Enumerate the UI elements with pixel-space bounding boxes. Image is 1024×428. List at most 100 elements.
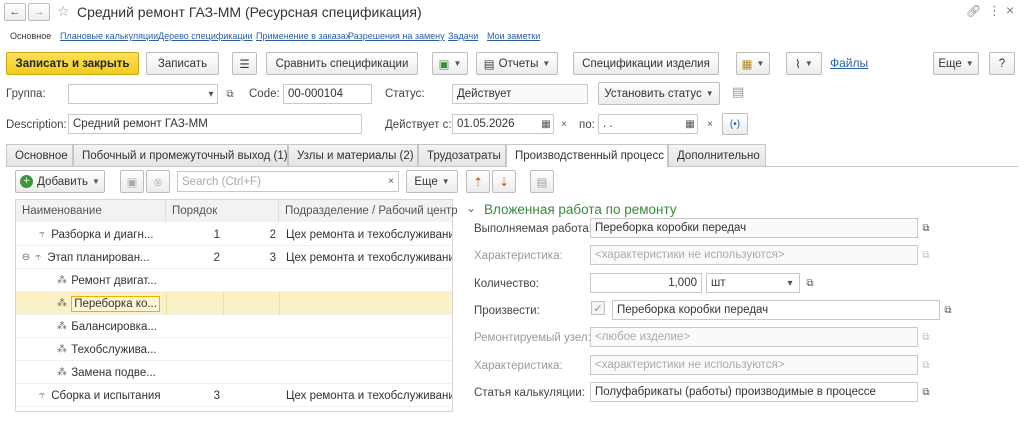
quantity-field[interactable]: 1,000	[590, 273, 702, 293]
close-icon[interactable]: ×	[1006, 2, 1014, 18]
sort-asc-icon[interactable]: ⇡	[466, 170, 490, 193]
costing-open-icon[interactable]: ⧉	[918, 382, 934, 402]
code-field[interactable]: 00-000104	[283, 84, 372, 104]
unit-open-icon[interactable]: ⧉	[802, 273, 818, 293]
create-based-on-button[interactable]: ▣ ▼	[432, 52, 468, 75]
group-dropdown-icon[interactable]: ▾	[203, 84, 219, 104]
compare-specs-button[interactable]: Сравнить спецификации	[266, 52, 418, 75]
table-row[interactable]: ⁂ Замена подве...	[16, 361, 452, 384]
reports-label: Отчеты	[498, 57, 539, 70]
work-label: Выполняемая работа:	[474, 223, 592, 235]
nav-tab-orders-usage[interactable]: Применение в заказах	[256, 31, 350, 41]
more-menu-icon[interactable]: ⋮	[988, 3, 1001, 19]
report-icon: ▤	[483, 58, 495, 71]
save-and-close-button[interactable]: Записать и закрыть	[6, 52, 139, 75]
nav-tab-planned-costing[interactable]: Плановые калькуляции	[60, 31, 158, 41]
table-row[interactable]: ⁂ Техобслужива...	[16, 338, 452, 361]
nav-tab-replacement-permissions[interactable]: Разрешения на замену	[348, 31, 445, 41]
tab-labor[interactable]: Трудозатраты	[418, 144, 506, 166]
characteristic2-field: <характеристики не используются>	[590, 355, 918, 375]
search-placeholder: Search (Ctrl+F)	[182, 175, 261, 188]
window-title: Средний ремонт ГАЗ-ММ (Ресурсная специфи…	[77, 4, 422, 20]
status-history-icon[interactable]: ▤	[732, 84, 748, 102]
document-green-icon: ▣	[438, 58, 450, 71]
costing-field[interactable]: Полуфабрикаты (работы) производимые в пр…	[590, 382, 918, 402]
operation-icon: ⥾	[35, 252, 41, 263]
more-button[interactable]: Еще ▼	[933, 52, 979, 75]
table-row[interactable]: ⁂ Ремонт двигат...	[16, 269, 452, 292]
work-field[interactable]: Переборка коробки передач	[590, 218, 918, 238]
search-clear-icon[interactable]: ×	[383, 171, 399, 191]
add-button[interactable]: + Добавить ▼	[15, 170, 105, 193]
quantity-label: Количество:	[474, 278, 539, 290]
print-icon: ▦	[741, 58, 753, 71]
title-bar: ← → ☆ Средний ремонт ГАЗ-ММ (Ресурсная с…	[0, 0, 1024, 24]
column-header-name[interactable]: Наименование	[16, 200, 166, 222]
table-row[interactable]: ⥾ Разборка и диагн... 1 2 Цех ремонта и …	[16, 223, 452, 246]
link-icon[interactable]: 🔗︎	[966, 4, 981, 18]
forward-button[interactable]: →	[28, 3, 50, 21]
table-row[interactable]: ⥾ Сборка и испытания 3 Цех ремонта и тех…	[16, 384, 452, 407]
characteristic2-label: Характеристика:	[474, 360, 563, 372]
print-button[interactable]: ▦ ▼	[736, 52, 770, 75]
list-more-label: Еще	[414, 175, 438, 188]
list-icon[interactable]: ☰	[232, 52, 257, 75]
tab-main[interactable]: Основное	[6, 144, 73, 166]
nav-tab-my-notes[interactable]: Мои заметки	[487, 31, 540, 41]
operation-icon: ⥾	[39, 229, 45, 240]
files-link[interactable]: Файлы	[830, 56, 868, 70]
tab-byproduct[interactable]: Побочный и промежуточный выход (1)	[73, 144, 288, 166]
calendar-icon[interactable]: ▦	[538, 114, 554, 134]
help-button[interactable]: ?	[989, 52, 1015, 75]
calendar-to-icon[interactable]: ▦	[682, 114, 698, 134]
nav-tab-tasks[interactable]: Задачи	[448, 31, 478, 41]
report-list-icon[interactable]: ▤	[530, 170, 554, 193]
produce-open-icon[interactable]: ⧉	[940, 300, 956, 320]
collapse-icon[interactable]: ⊖	[20, 252, 32, 263]
code-label: Code:	[249, 88, 280, 100]
search-input[interactable]: Search (Ctrl+F)	[177, 171, 399, 192]
produce-checkbox[interactable]: ✓	[591, 301, 605, 315]
tab-production-process[interactable]: Производственный процесс	[506, 144, 668, 167]
sort-desc-icon[interactable]: ⇣	[492, 170, 516, 193]
table-row[interactable]: ⊖ ⥾ Этап планирован... 2 3 Цех ремонта и …	[16, 246, 452, 269]
description-field[interactable]: Средний ремонт ГАЗ-ММ	[68, 114, 362, 134]
work-open-icon[interactable]: ⧉	[918, 218, 934, 238]
more-label: Еще	[938, 57, 962, 70]
column-header-department[interactable]: Подразделение / Рабочий центр	[279, 200, 458, 222]
costing-label: Статья калькуляции:	[474, 387, 585, 399]
reports-button[interactable]: ▤ Отчеты ▼	[476, 52, 558, 75]
period-button[interactable]: (•)	[722, 113, 748, 135]
clear-from-icon[interactable]: ×	[556, 114, 572, 134]
item-specs-button[interactable]: Спецификации изделия	[573, 52, 719, 75]
tab-additional[interactable]: Дополнительно	[668, 144, 766, 166]
repaired-node-field: <любое изделие>	[590, 327, 918, 347]
nav-tab-spec-tree[interactable]: Дерево спецификации	[158, 31, 253, 41]
column-header-order[interactable]: Порядок	[166, 200, 279, 222]
star-icon[interactable]: ☆	[57, 3, 70, 20]
characteristic1-label: Характеристика:	[474, 250, 563, 262]
copy-row-icon[interactable]: ▣	[120, 170, 144, 193]
table-row-selected[interactable]: ⁂ Переборка ко...	[16, 292, 452, 315]
list-more-button[interactable]: Еще ▼	[406, 170, 458, 193]
clear-to-icon[interactable]: ×	[702, 114, 718, 134]
repair-work-icon: ⁂	[57, 344, 67, 355]
group-field[interactable]	[68, 84, 218, 104]
nav-tabs: Основное Плановые калькуляции Дерево спе…	[0, 24, 1024, 44]
valid-from-label: Действует с:	[385, 119, 452, 131]
produce-label: Произвести:	[474, 305, 540, 317]
group-open-icon[interactable]: ⧉	[222, 84, 238, 104]
section-toggle-icon[interactable]: ⌄	[466, 201, 476, 215]
set-status-button[interactable]: Установить статус ▼	[598, 82, 720, 105]
nav-tab-main[interactable]: Основное	[10, 31, 51, 41]
tab-nodes-materials[interactable]: Узлы и материалы (2)	[288, 144, 418, 166]
attach-button[interactable]: ⌇ ▼	[786, 52, 822, 75]
produce-field[interactable]: Переборка коробки передач	[612, 300, 940, 320]
section-title[interactable]: Вложенная работа по ремонту	[484, 202, 677, 217]
repaired-node-open-icon: ⧉	[922, 331, 930, 343]
table-row[interactable]: ⁂ Балансировка...	[16, 315, 452, 338]
save-button[interactable]: Записать	[146, 52, 219, 75]
delete-row-icon[interactable]: ⊗	[146, 170, 170, 193]
back-button[interactable]: ←	[4, 3, 26, 21]
unit-dropdown-icon[interactable]: ▾	[782, 273, 798, 293]
